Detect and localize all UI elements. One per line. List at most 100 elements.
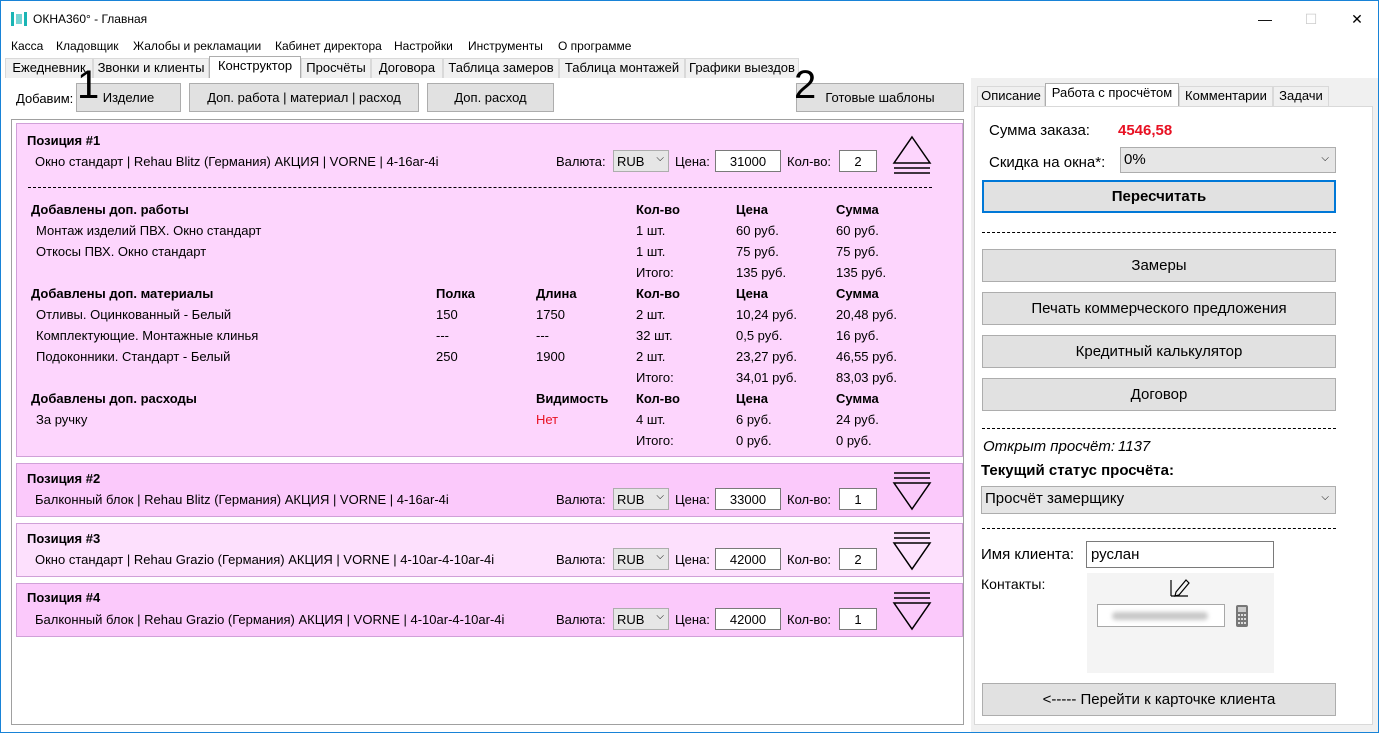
client-name-input[interactable]: руслан <box>1086 541 1274 568</box>
title-bar: ОКНА360° - Главная — ☐ ✕ <box>1 1 1378 37</box>
app-logo-icon <box>11 12 27 26</box>
window-title: ОКНА360° - Главная <box>33 12 148 26</box>
position-title: Позиция #2 <box>27 471 101 486</box>
measurements-button[interactable]: Замеры <box>982 249 1336 282</box>
works-row-name: Монтаж изделий ПВХ. Окно стандарт <box>36 223 262 238</box>
menu-tools[interactable]: Инструменты <box>468 39 543 53</box>
currency-label: Валюта: <box>556 612 606 627</box>
qty-input[interactable]: 2 <box>839 150 877 172</box>
position-description: Окно стандарт | Rehau Grazio (Германия) … <box>35 552 495 567</box>
expenses-row-visibility[interactable]: Нет <box>536 412 558 427</box>
chevron-down-icon: ⌵ <box>656 491 664 502</box>
recalculate-button[interactable]: Пересчитать <box>982 180 1336 213</box>
minimize-button[interactable]: — <box>1242 1 1288 37</box>
works-heading: Добавлены доп. работы <box>31 202 189 217</box>
expand-triangle-down-icon[interactable] <box>892 471 932 511</box>
opened-calc-label: Открыт просчёт: <box>983 438 1115 455</box>
contract-button[interactable]: Договор <box>982 378 1336 411</box>
works-row-qty: 1 шт. <box>636 244 666 259</box>
close-button[interactable]: ✕ <box>1334 1 1378 37</box>
expenses-total-label: Итого: <box>636 433 674 448</box>
collapse-triangle-up-icon[interactable] <box>892 135 932 175</box>
status-label: Текущий статус просчёта: <box>981 462 1174 479</box>
tab-tasks[interactable]: Задачи <box>1273 86 1329 106</box>
price-input[interactable]: 33000 <box>715 488 781 510</box>
expenses-col-qty: Кол-во <box>636 391 680 406</box>
chevron-down-icon: ⌵ <box>1321 153 1329 164</box>
tab-comments[interactable]: Комментарии <box>1179 86 1273 106</box>
maximize-button[interactable]: ☐ <box>1288 1 1334 37</box>
expenses-row-price: 6 руб. <box>736 412 772 427</box>
tab-calculations[interactable]: Просчёты <box>301 58 371 78</box>
menu-complaints[interactable]: Жалобы и рекламации <box>133 39 261 53</box>
qty-input[interactable]: 1 <box>839 608 877 630</box>
tab-calls-clients[interactable]: Звонки и клиенты <box>93 58 209 78</box>
expenses-total-price: 0 руб. <box>736 433 772 448</box>
works-total-label: Итого: <box>636 265 674 280</box>
expand-triangle-down-icon[interactable] <box>892 531 932 571</box>
discount-select[interactable]: 0% ⌵ <box>1120 147 1336 173</box>
app-window: ОКНА360° - Главная — ☐ ✕ Касса Кладовщик… <box>0 0 1379 733</box>
expenses-col-price: Цена <box>736 391 768 406</box>
qty-input[interactable]: 2 <box>839 548 877 570</box>
materials-row-shelf: --- <box>436 328 449 343</box>
tab-measurements[interactable]: Таблица замеров <box>443 58 559 78</box>
section-divider <box>982 528 1336 529</box>
qty-input[interactable]: 1 <box>839 488 877 510</box>
edit-pencil-icon[interactable] <box>1168 576 1192 598</box>
menu-storekeeper[interactable]: Кладовщик <box>56 39 119 53</box>
expenses-row-sum: 24 руб. <box>836 412 879 427</box>
currency-value: RUB <box>617 552 645 567</box>
price-label: Цена: <box>675 492 710 507</box>
phone-field-blurred[interactable] <box>1097 604 1225 627</box>
expand-triangle-down-icon[interactable] <box>892 591 932 631</box>
menu-settings[interactable]: Настройки <box>394 39 453 53</box>
works-row-sum: 60 руб. <box>836 223 879 238</box>
currency-select[interactable]: RUB ⌵ <box>613 150 669 172</box>
go-to-client-card-button[interactable]: <----- Перейти к карточке клиента <box>982 683 1336 716</box>
works-row-qty: 1 шт. <box>636 223 666 238</box>
tab-calculation-work[interactable]: Работа с просчётом <box>1045 83 1179 107</box>
position-title: Позиция #3 <box>27 531 101 546</box>
works-row-price: 60 руб. <box>736 223 779 238</box>
menu-kassa[interactable]: Касса <box>11 39 43 53</box>
phone-device-icon[interactable] <box>1235 604 1249 628</box>
materials-row-sum: 20,48 руб. <box>836 307 897 322</box>
qty-label: Кол-во: <box>787 154 832 169</box>
currency-label: Валюта: <box>556 154 606 169</box>
credit-calculator-button[interactable]: Кредитный калькулятор <box>982 335 1336 368</box>
works-row-price: 75 руб. <box>736 244 779 259</box>
materials-total-price: 34,01 руб. <box>736 370 797 385</box>
works-col-price: Цена <box>736 202 768 217</box>
tab-contracts[interactable]: Договора <box>371 58 443 78</box>
print-offer-button[interactable]: Печать коммерческого предложения <box>982 292 1336 325</box>
materials-row-shelf: 150 <box>436 307 458 322</box>
add-extra-expense-button[interactable]: Доп. расход <box>427 83 554 112</box>
tab-installations[interactable]: Таблица монтажей <box>559 58 685 78</box>
tab-constructor[interactable]: Конструктор <box>209 56 301 79</box>
price-input[interactable]: 42000 <box>715 608 781 630</box>
currency-select[interactable]: RUB ⌵ <box>613 548 669 570</box>
templates-button[interactable]: Готовые шаблоны <box>796 83 964 112</box>
opened-calc-number: 1137 <box>1118 438 1151 455</box>
expenses-col-visibility: Видимость <box>536 391 609 406</box>
add-extra-work-button[interactable]: Доп. работа | материал | расход <box>189 83 419 112</box>
materials-row-price: 10,24 руб. <box>736 307 797 322</box>
discount-label: Скидка на окна*: <box>989 154 1106 171</box>
price-input[interactable]: 42000 <box>715 548 781 570</box>
expenses-total-sum: 0 руб. <box>836 433 872 448</box>
materials-row-price: 23,27 руб. <box>736 349 797 364</box>
materials-row-name: Отливы. Оцинкованный - Белый <box>36 307 232 322</box>
currency-select[interactable]: RUB ⌵ <box>613 608 669 630</box>
tab-description[interactable]: Описание <box>977 86 1045 106</box>
materials-col-length: Длина <box>536 286 577 301</box>
status-select[interactable]: Просчёт замерщику ⌵ <box>981 486 1336 514</box>
currency-value: RUB <box>617 154 645 169</box>
tab-schedules[interactable]: Графики выездов <box>685 58 799 78</box>
menu-director[interactable]: Кабинет директора <box>275 39 382 53</box>
menu-about[interactable]: О программе <box>558 39 631 53</box>
price-label: Цена: <box>675 154 710 169</box>
price-input[interactable]: 31000 <box>715 150 781 172</box>
currency-select[interactable]: RUB ⌵ <box>613 488 669 510</box>
qty-label: Кол-во: <box>787 612 832 627</box>
